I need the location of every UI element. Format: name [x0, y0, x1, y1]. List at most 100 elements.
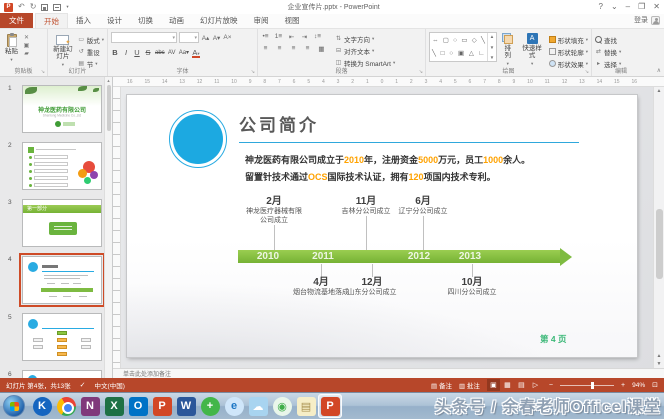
ie-icon[interactable]: e: [222, 394, 246, 418]
next-slide-icon[interactable]: ▼: [657, 361, 662, 367]
paste-button[interactable]: 粘贴 ▾: [3, 32, 20, 64]
tab-设计[interactable]: 设计: [99, 13, 130, 28]
vertical-scrollbar[interactable]: ▲ ▲ ▼: [653, 87, 664, 368]
close-button[interactable]: ✕: [653, 2, 660, 12]
shape-icon[interactable]: ∟: [479, 50, 485, 57]
spellcheck-icon[interactable]: ✓: [80, 381, 86, 389]
shape-icon[interactable]: ╲: [481, 37, 485, 44]
italic-button[interactable]: I: [122, 48, 130, 57]
format-painter-icon[interactable]: ▰: [23, 50, 30, 57]
tab-开始[interactable]: 开始: [35, 13, 68, 28]
shape-icon[interactable]: ○: [453, 37, 457, 44]
arrange-button[interactable]: 排列 ▾: [500, 32, 516, 68]
normal-view-icon[interactable]: ▣: [486, 379, 500, 391]
green-app-icon[interactable]: ◉: [270, 394, 294, 418]
start-button[interactable]: [3, 395, 25, 417]
weather-icon[interactable]: ☁: [246, 394, 270, 418]
paragraph-dialog-launcher-icon[interactable]: ↘: [419, 69, 423, 75]
scroll-up-icon[interactable]: ▲: [107, 77, 111, 85]
onenote-icon[interactable]: N: [78, 394, 102, 418]
shape-icon[interactable]: ◇: [472, 37, 477, 44]
shape-icon[interactable]: ▭: [461, 37, 467, 44]
shape-icon[interactable]: ▣: [458, 50, 464, 57]
font-dialog-launcher-icon[interactable]: ↘: [251, 69, 255, 75]
shadow-button[interactable]: S: [144, 48, 152, 57]
shapes-gallery[interactable]: ⇔ ▢ ○ ▭ ◇ ╲ ╲ □ ○ ▣ △ ∟ ▲ ▼ ▼: [429, 32, 497, 62]
vertical-ruler[interactable]: [113, 87, 121, 368]
word-icon[interactable]: W: [174, 394, 198, 418]
save-icon[interactable]: [41, 3, 49, 11]
notes-placeholder[interactable]: 单击此处添加备注: [113, 368, 664, 378]
tab-审阅[interactable]: 审阅: [246, 13, 277, 28]
thumbnail-panel-scrollbar[interactable]: ▲: [104, 77, 112, 378]
slide-title[interactable]: 公司简介: [239, 111, 319, 136]
shape-icon[interactable]: ○: [449, 50, 453, 57]
powerpoint-active-icon[interactable]: P: [318, 394, 342, 418]
chrome-icon[interactable]: [54, 394, 78, 418]
previous-slide-icon[interactable]: ▲: [657, 353, 662, 359]
notepad-icon[interactable]: ▤: [294, 394, 318, 418]
shapes-gallery-scrollbar[interactable]: ▲ ▼ ▼: [486, 33, 496, 61]
strikethrough-button[interactable]: abc: [155, 50, 165, 56]
zoom-slider-thumb[interactable]: [591, 381, 595, 389]
scrollbar-thumb[interactable]: [106, 85, 111, 131]
zoom-in-icon[interactable]: +: [621, 382, 625, 389]
character-spacing-icon[interactable]: AV: [168, 50, 176, 56]
excel-icon[interactable]: X: [102, 394, 126, 418]
help-button[interactable]: ?: [599, 2, 603, 12]
layout-button[interactable]: ▭ 版式 ▾: [78, 34, 104, 45]
slide-editing-area[interactable]: 公司简介 神龙医药有限公司成立于2010年，注册资金5000万元，员工1000余…: [127, 95, 637, 357]
font-name-combo[interactable]: ▾: [111, 32, 177, 43]
reset-button[interactable]: ↺ 重设: [78, 46, 104, 57]
tab-切换[interactable]: 切换: [130, 13, 161, 28]
shape-icon[interactable]: △: [469, 50, 474, 57]
bullets-icon[interactable]: •≡: [261, 33, 270, 41]
quick-styles-button[interactable]: A 快速样式 ▾: [519, 32, 546, 68]
timeline-event-above[interactable]: 2月 神龙医疗器械有限 公司成立: [229, 196, 319, 250]
ribbon-display-options-icon[interactable]: ⌄: [611, 2, 618, 12]
numbering-icon[interactable]: 1≡: [274, 33, 283, 41]
sign-in[interactable]: 登录: [634, 15, 660, 25]
shape-icon[interactable]: ⇔: [432, 37, 439, 44]
antivirus-icon[interactable]: +: [198, 394, 222, 418]
shape-icon[interactable]: ╲: [432, 50, 436, 57]
font-size-combo[interactable]: ▾: [179, 32, 199, 43]
copy-icon[interactable]: ▣: [23, 42, 30, 49]
line-spacing-icon[interactable]: ↕≡: [313, 33, 322, 41]
decrease-indent-icon[interactable]: ⇤: [287, 33, 296, 41]
tab-插入[interactable]: 插入: [68, 13, 99, 28]
bold-button[interactable]: B: [111, 48, 119, 57]
slide-thumbnail-1[interactable]: 神龙医药有限公司 Shenlong Medicine Co.,Ltd: [22, 85, 102, 133]
print-preview-icon[interactable]: [53, 3, 62, 11]
powerpoint-icon[interactable]: P: [150, 394, 174, 418]
slide-thumbnail-4-selected[interactable]: [19, 253, 105, 307]
find-button[interactable]: 查找: [595, 34, 621, 45]
zoom-slider[interactable]: [560, 381, 615, 389]
change-case-icon[interactable]: Aa▾: [179, 49, 189, 56]
tab-file[interactable]: 文件: [0, 13, 33, 28]
horizontal-ruler[interactable]: 16 15 14 13 12 11 10 9 8 7 6 5 4 3 2 1 0 1 2 3 4 5 6 7 8 9 10 11 12 1…: [113, 77, 664, 87]
tab-视图[interactable]: 视图: [277, 13, 308, 28]
timeline-event-above[interactable]: 6月 辽宁分公司成立: [378, 196, 468, 250]
zoom-level[interactable]: 94%: [632, 382, 645, 389]
minimize-button[interactable]: –: [626, 2, 630, 12]
shape-fill-button[interactable]: 形状填充 ▾: [548, 34, 588, 45]
tab-动画[interactable]: 动画: [161, 13, 192, 28]
increase-font-icon[interactable]: A▴: [201, 34, 210, 42]
drawing-dialog-launcher-icon[interactable]: ↘: [585, 69, 589, 75]
cut-icon[interactable]: ✕: [23, 34, 30, 41]
align-text-button[interactable]: ⊟ 对齐文本 ▾: [335, 45, 395, 56]
tab-幻灯片放映[interactable]: 幻灯片放映: [192, 13, 246, 28]
align-left-icon[interactable]: ≡: [261, 45, 270, 53]
clear-formatting-icon[interactable]: A×: [223, 34, 232, 41]
shape-outline-button[interactable]: 形状轮廓 ▾: [548, 46, 588, 57]
decrease-font-icon[interactable]: A▾: [212, 34, 221, 42]
timeline-event-below[interactable]: 10月 四川分公司成立: [424, 264, 520, 318]
slide-thumbnail-5[interactable]: [22, 313, 102, 361]
slide-sorter-view-icon[interactable]: ▦: [501, 379, 514, 391]
text-direction-button[interactable]: ⇅ 文字方向 ▾: [335, 33, 395, 44]
timeline-arrow-bar[interactable]: [238, 247, 572, 266]
slide-number-status[interactable]: 幻灯片 第4张，共13张: [6, 380, 71, 390]
new-slide-button[interactable]: 新建幻灯片 ▾: [51, 32, 75, 69]
justify-icon[interactable]: ≡: [303, 45, 312, 53]
